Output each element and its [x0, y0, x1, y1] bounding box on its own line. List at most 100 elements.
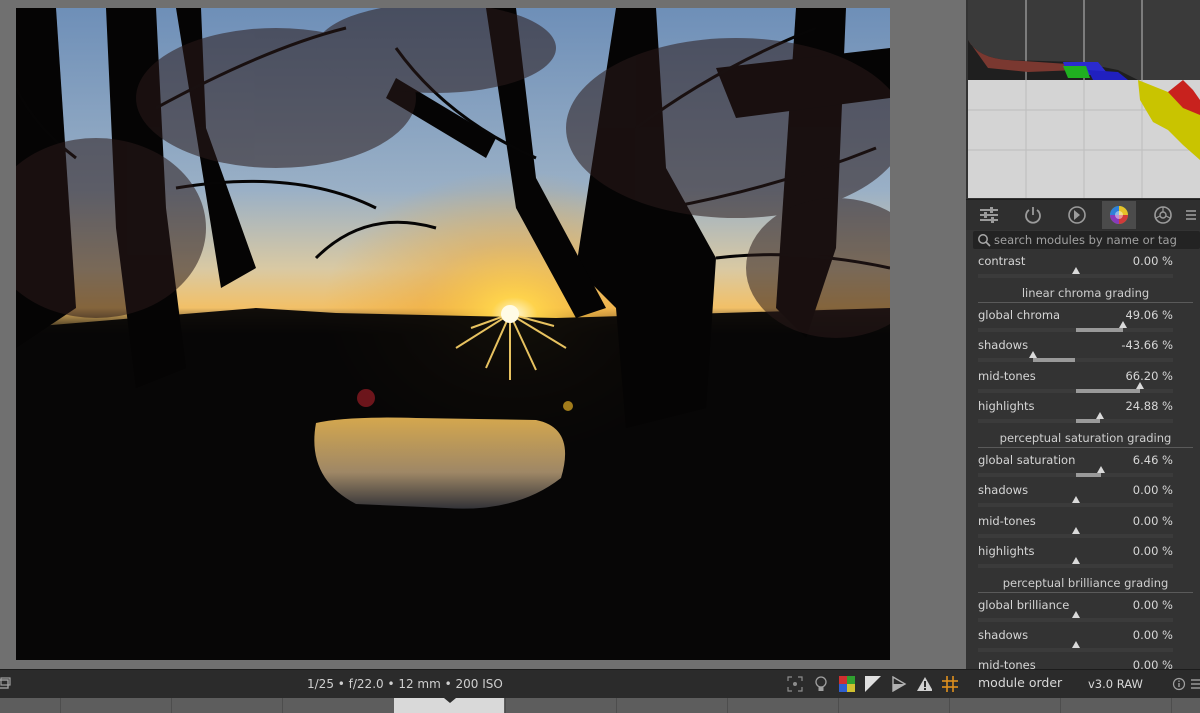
- slider-track: [978, 527, 1173, 538]
- slider-value: 0.00 %: [1132, 544, 1173, 558]
- saturation-shadows-slider[interactable]: shadows 0.00 %: [978, 481, 1193, 511]
- module-order-label: module order: [978, 675, 1063, 690]
- slider-value: 0.00 %: [1132, 658, 1173, 669]
- slider-value: 0.00 %: [1132, 628, 1173, 642]
- clipping-indicator-button[interactable]: [916, 676, 932, 692]
- active-modules-tab[interactable]: [1016, 201, 1050, 229]
- slider-track: [978, 466, 1173, 477]
- slider-label: global brilliance: [978, 598, 1070, 612]
- filmstrip-thumb[interactable]: [727, 698, 728, 713]
- section-title: perceptual saturation grading: [999, 431, 1172, 445]
- slider-value: 0.00 %: [1132, 483, 1173, 497]
- info-icon: [1172, 677, 1186, 691]
- gamut-icon: [865, 676, 881, 692]
- saturation-highlights-slider[interactable]: highlights 0.00 %: [978, 542, 1193, 572]
- bottom-toolbar: 1/25 • f/22.0 • 12 mm • 200 ISO module o…: [0, 669, 1200, 699]
- section-title: linear chroma grading: [1021, 286, 1150, 300]
- right-panel: contrast 0.00 % linear chroma grading gl…: [966, 0, 1200, 669]
- filmstrip-thumb[interactable]: [282, 698, 283, 713]
- module-group-tabs: [966, 199, 1200, 230]
- focus-peaking-button[interactable]: [787, 676, 803, 692]
- global-brilliance-slider[interactable]: global brilliance 0.00 %: [978, 596, 1193, 626]
- filmstrip-thumb[interactable]: [505, 698, 506, 713]
- slider-value: 49.06 %: [1125, 308, 1173, 322]
- filmstrip-thumb[interactable]: [1171, 698, 1172, 713]
- slider-track: [978, 382, 1173, 393]
- sunset-photo: [16, 8, 890, 660]
- filmstrip-thumb[interactable]: [949, 698, 950, 713]
- slider-thumb[interactable]: [1097, 466, 1106, 473]
- slider-thumb[interactable]: [1071, 557, 1080, 564]
- slider-value: 0.00 %: [1132, 254, 1173, 268]
- gamut-check-button[interactable]: [865, 676, 881, 692]
- module-order-value[interactable]: v3.0 RAW: [1088, 677, 1143, 691]
- section-perceptual-saturation: perceptual saturation grading: [978, 429, 1193, 448]
- bottom-menu-button[interactable]: [1188, 676, 1200, 692]
- brilliance-midtones-slider[interactable]: mid-tones 0.00 %: [978, 656, 1193, 669]
- color-modules-icon: [1110, 206, 1128, 224]
- slider-track: [978, 496, 1173, 507]
- chroma-highlights-slider[interactable]: highlights 24.88 %: [978, 397, 1193, 427]
- global-saturation-slider[interactable]: global saturation 6.46 %: [978, 451, 1193, 481]
- slider-label: shadows: [978, 338, 1029, 352]
- section-perceptual-brilliance: perceptual brilliance grading: [978, 574, 1193, 593]
- slider-label: global saturation: [978, 453, 1076, 467]
- quick-access-tab[interactable]: [972, 201, 1006, 229]
- filmstrip-thumb[interactable]: [60, 698, 61, 713]
- color-squares-icon: [839, 676, 855, 692]
- quick-access-panel-icon: [980, 207, 998, 223]
- slider-track: [978, 557, 1173, 568]
- slider-thumb[interactable]: [1071, 641, 1080, 648]
- slider-thumb[interactable]: [1071, 496, 1080, 503]
- guides-button[interactable]: [942, 676, 958, 692]
- search-input[interactable]: [991, 233, 1194, 247]
- base-modules-icon: [1068, 206, 1086, 224]
- slider-thumb[interactable]: [1071, 527, 1080, 534]
- softproof-button[interactable]: [839, 676, 855, 692]
- slider-track: [978, 351, 1173, 362]
- slider-value: 66.20 %: [1125, 369, 1173, 383]
- slider-label: mid-tones: [978, 369, 1036, 383]
- slider-thumb[interactable]: [1071, 611, 1080, 618]
- slider-value: 6.46 %: [1132, 453, 1173, 467]
- filmstrip[interactable]: [0, 698, 1200, 713]
- slider-thumb[interactable]: [1095, 412, 1104, 419]
- effect-modules-tab[interactable]: [1146, 201, 1180, 229]
- global-chroma-slider[interactable]: global chroma 49.06 %: [978, 306, 1193, 336]
- search-icon: [978, 234, 991, 247]
- slider-thumb[interactable]: [1071, 267, 1080, 274]
- contrast-slider[interactable]: contrast 0.00 %: [978, 252, 1193, 282]
- slider-label: global chroma: [978, 308, 1061, 322]
- filmstrip-thumb[interactable]: [1060, 698, 1061, 713]
- filmstrip-thumb[interactable]: [838, 698, 839, 713]
- chroma-shadows-slider[interactable]: shadows -43.66 %: [978, 336, 1193, 366]
- slider-label: shadows: [978, 483, 1029, 497]
- slider-label: highlights: [978, 399, 1035, 413]
- slider-label: highlights: [978, 544, 1035, 558]
- info-button[interactable]: [1171, 676, 1187, 692]
- color-modules-tab[interactable]: [1102, 201, 1136, 229]
- saturation-midtones-slider[interactable]: mid-tones 0.00 %: [978, 512, 1193, 542]
- slider-thumb[interactable]: [1136, 382, 1145, 389]
- chroma-midtones-slider[interactable]: mid-tones 66.20 %: [978, 367, 1193, 397]
- histogram[interactable]: [968, 0, 1200, 198]
- raw-overexposed-button[interactable]: [891, 676, 907, 692]
- second-window-icon: [0, 677, 11, 689]
- slider-label: contrast: [978, 254, 1026, 268]
- section-linear-chroma: linear chroma grading: [978, 284, 1193, 303]
- filmstrip-thumb[interactable]: [171, 698, 172, 713]
- filmstrip-thumb[interactable]: [616, 698, 617, 713]
- brilliance-shadows-slider[interactable]: shadows 0.00 %: [978, 626, 1193, 656]
- iso12646-button[interactable]: [813, 676, 829, 692]
- base-modules-tab[interactable]: [1060, 201, 1094, 229]
- display-profile-button[interactable]: [0, 676, 12, 692]
- slider-thumb[interactable]: [1028, 351, 1037, 358]
- image-preview[interactable]: [16, 8, 890, 660]
- exif-info: 1/25 • f/22.0 • 12 mm • 200 ISO: [307, 677, 503, 691]
- menu-tab[interactable]: [1182, 201, 1200, 229]
- slider-thumb[interactable]: [1119, 321, 1128, 328]
- section-title: perceptual brilliance grading: [1002, 576, 1169, 590]
- focus-peaking-icon: [787, 676, 803, 692]
- module-search: [973, 231, 1200, 249]
- slider-track: [978, 611, 1173, 622]
